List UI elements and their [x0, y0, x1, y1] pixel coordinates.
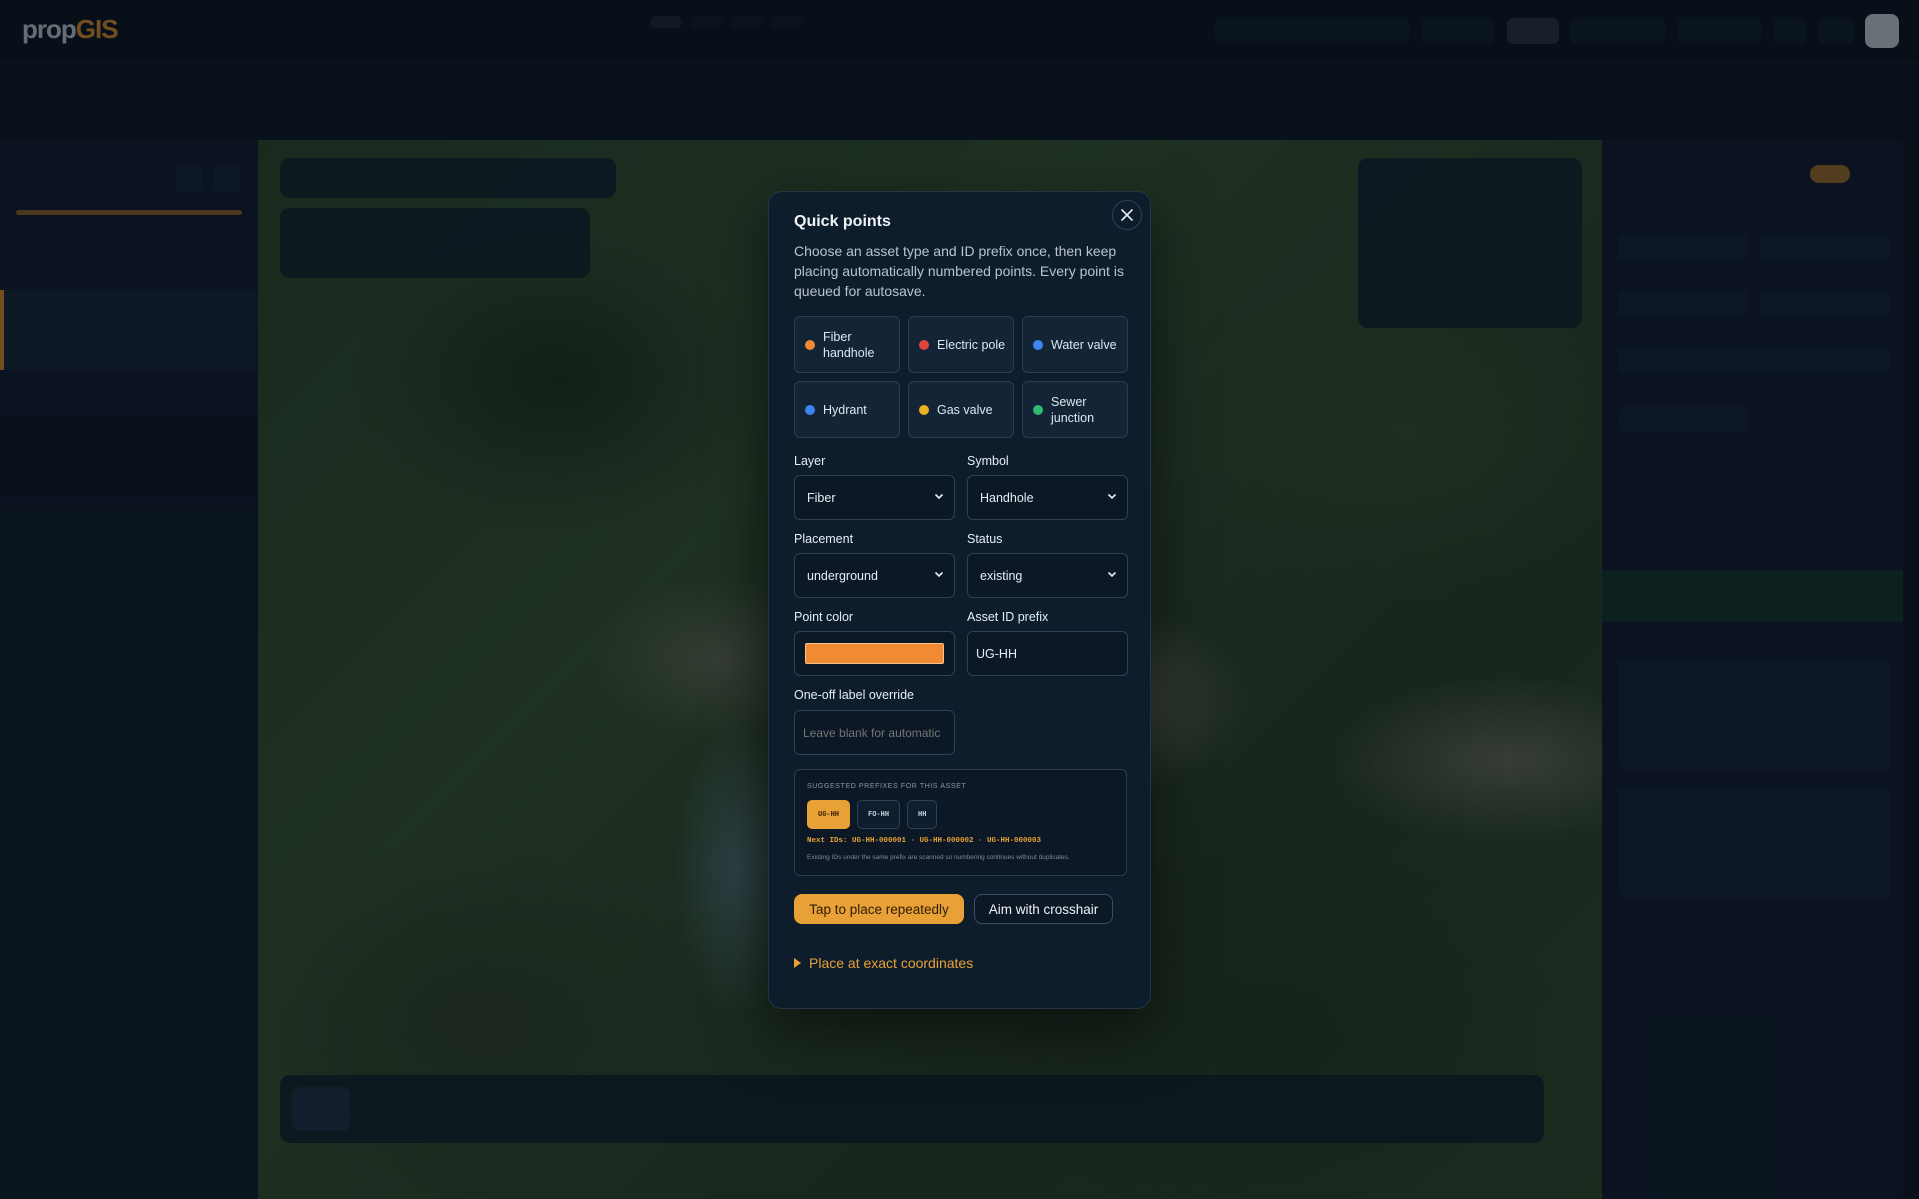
asset-type-sewer-junction[interactable]: Sewer junction: [1022, 381, 1128, 438]
asset-type-dot: [805, 339, 815, 350]
exact-coordinates-disclosure[interactable]: Place at exact coordinates: [794, 955, 973, 971]
asset-id-prefix-label: Asset ID prefix: [967, 610, 1049, 624]
suggested-prefixes-box: SUGGESTED PREFIXES FOR THIS ASSET UG-HH …: [794, 769, 1127, 876]
asset-type-electric-pole[interactable]: Electric pole: [908, 316, 1014, 373]
exact-coordinates-label: Place at exact coordinates: [809, 955, 974, 971]
symbol-value: Handhole: [980, 490, 1034, 505]
asset-type-hydrant[interactable]: Hydrant: [794, 381, 900, 438]
asset-type-fiber-handhole[interactable]: Fiber handhole: [794, 316, 900, 373]
layer-select[interactable]: Fiber: [794, 475, 955, 520]
prefix-chip-fo-hh[interactable]: FO-HH: [857, 800, 901, 829]
asset-type-gas-valve[interactable]: Gas valve: [908, 381, 1014, 438]
prefix-chips: UG-HH FO-HH HH: [807, 800, 938, 829]
status-select[interactable]: existing: [967, 553, 1128, 598]
chevron-down-icon: [934, 493, 944, 500]
layer-label: Layer: [794, 454, 826, 468]
asset-type-label: Water valve: [1051, 337, 1117, 352]
symbol-label: Symbol: [967, 454, 1009, 468]
close-button[interactable]: [1112, 200, 1142, 230]
asset-type-grid: Fiber handhole Electric pole Water valve…: [794, 316, 1128, 438]
triangle-right-icon: [794, 958, 801, 968]
label-override-label: One-off label override: [794, 688, 914, 702]
chevron-down-icon: [1107, 571, 1117, 578]
asset-id-prefix-input[interactable]: UG-HH: [967, 631, 1128, 676]
asset-type-dot: [1033, 339, 1043, 350]
next-ids-preview: Next IDs: UG-HH-000001 · UG-HH-000002 · …: [807, 837, 1042, 845]
layer-value: Fiber: [807, 490, 836, 505]
label-override-field[interactable]: [794, 710, 955, 755]
asset-type-label: Hydrant: [823, 402, 867, 417]
label-override-input[interactable]: [803, 725, 943, 740]
color-swatch: [805, 643, 944, 664]
suggested-prefixes-title: SUGGESTED PREFIXES FOR THIS ASSET: [807, 783, 967, 790]
asset-id-prefix-value: UG-HH: [976, 646, 1017, 661]
asset-type-label: Electric pole: [937, 337, 1006, 352]
placement-select[interactable]: underground: [794, 553, 955, 598]
aim-crosshair-button[interactable]: Aim with crosshair: [974, 894, 1113, 924]
numbering-note: Existing IDs under the same prefix are s…: [807, 854, 1070, 861]
status-label: Status: [967, 532, 1003, 546]
asset-type-label: Fiber handhole: [823, 329, 875, 360]
point-color-input[interactable]: [794, 631, 955, 676]
modal-title: Quick points: [794, 213, 891, 230]
asset-type-water-valve[interactable]: Water valve: [1022, 316, 1128, 373]
asset-type-dot: [919, 339, 929, 350]
chevron-down-icon: [934, 571, 944, 578]
placement-value: underground: [807, 568, 878, 583]
prefix-chip-hh[interactable]: HH: [907, 800, 938, 829]
asset-type-dot: [919, 404, 929, 415]
quick-points-modal: Quick points Choose an asset type and ID…: [768, 191, 1151, 1009]
tap-to-place-button[interactable]: Tap to place repeatedly: [794, 894, 964, 924]
chevron-down-icon: [1107, 493, 1117, 500]
close-icon: [1121, 209, 1133, 221]
asset-type-dot: [1033, 404, 1043, 415]
placement-label: Placement: [794, 532, 854, 546]
asset-type-dot: [805, 404, 815, 415]
symbol-select[interactable]: Handhole: [967, 475, 1128, 520]
modal-description: Choose an asset type and ID prefix once,…: [794, 243, 1124, 299]
prefix-chip-ug-hh[interactable]: UG-HH: [807, 800, 851, 829]
asset-type-label: Sewer junction: [1051, 394, 1095, 425]
point-color-label: Point color: [794, 610, 854, 624]
asset-type-label: Gas valve: [937, 402, 993, 417]
status-value: existing: [980, 568, 1023, 583]
